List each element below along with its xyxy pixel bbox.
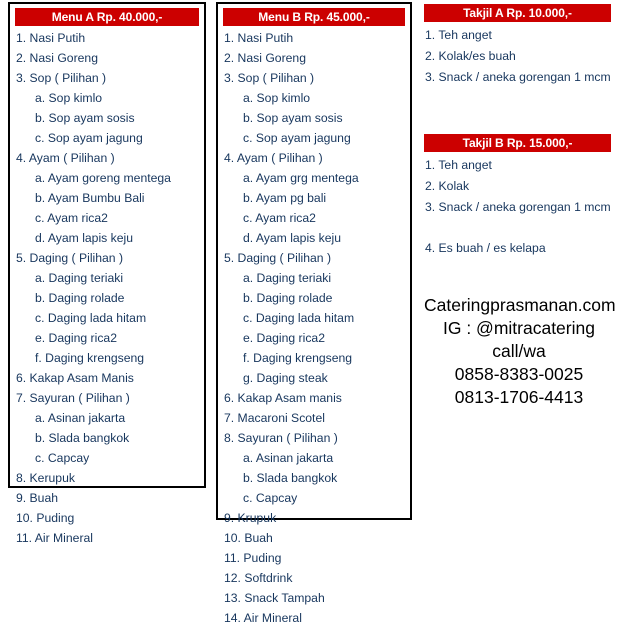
list-item: 8. Kerupuk	[16, 471, 75, 485]
list-item: e. Daging rica2	[243, 331, 325, 345]
takjil-b-panel: Takjil B Rp. 15.000,- 1. Teh anget 2. Kol…	[424, 134, 611, 259]
list-item: c. Capcay	[35, 451, 90, 465]
list-item: 1. Teh anget	[425, 28, 492, 42]
list-item: 5. Daging ( Pilihan )	[16, 251, 124, 265]
list-item: 10. Puding	[16, 511, 75, 525]
list-item: a. Daging teriaki	[243, 271, 332, 285]
list-item: b. Slada bangkok	[243, 471, 338, 485]
list-item: 1. Nasi Putih	[224, 31, 294, 45]
list-item: 13. Snack Tampah	[224, 591, 325, 605]
list-item: 5. Daging ( Pilihan )	[224, 251, 332, 265]
list-item: b. Ayam Bumbu Bali	[35, 191, 145, 205]
list-item: b. Ayam pg bali	[243, 191, 327, 205]
list-item: 9. Buah	[16, 491, 59, 505]
list-item: 3. Snack / aneka gorengan 1 mcm	[425, 200, 611, 214]
menu-b-list: 1. Nasi Putih 2. Nasi Goreng 3. Sop ( Pili…	[223, 28, 405, 628]
list-item: c. Sop ayam jagung	[35, 131, 143, 145]
list-item: d. Ayam lapis keju	[35, 231, 134, 245]
list-item: c. Capcay	[243, 491, 298, 505]
list-item: f. Daging krengseng	[35, 351, 145, 365]
list-item: g. Daging steak	[243, 371, 328, 385]
list-item: 12. Softdrink	[224, 571, 293, 585]
list-item: a. Asinan jakarta	[35, 411, 126, 425]
contact-instagram[interactable]: IG : @mitracatering	[424, 317, 614, 340]
list-item: c. Ayam rica2	[35, 211, 108, 225]
takjil-a-panel: Takjil A Rp. 10.000,- 1. Teh anget 2. Kol…	[424, 4, 611, 88]
list-item: 2. Nasi Goreng	[16, 51, 98, 65]
list-item: b. Daging rolade	[35, 291, 125, 305]
list-item: a. Ayam goreng mentega	[35, 171, 171, 185]
contact-phone-1[interactable]: 0858-8383-0025	[424, 363, 614, 386]
list-item: 3. Sop ( Pilihan )	[224, 71, 315, 85]
list-item: 1. Nasi Putih	[16, 31, 86, 45]
menu-b-panel: Menu B Rp. 45.000,- 1. Nasi Putih 2. Nasi…	[216, 2, 412, 625]
list-item: 11. Air Mineral	[16, 531, 93, 545]
list-item: c. Ayam rica2	[243, 211, 316, 225]
list-item: a. Sop kimlo	[243, 91, 311, 105]
list-item: a. Ayam grg mentega	[243, 171, 359, 185]
list-item: d. Ayam lapis keju	[243, 231, 342, 245]
list-item: 4. Ayam ( Pilihan )	[16, 151, 115, 165]
list-item: 6. Kakap Asam Manis	[16, 371, 134, 385]
list-item: c. Daging lada hitam	[243, 311, 355, 325]
list-item: 2. Nasi Goreng	[224, 51, 306, 65]
contact-website[interactable]: Cateringprasmanan.com	[424, 294, 616, 317]
menu-flyer-canvas: Menu A Rp. 40.000,- 1. Nasi Putih 2. Nasi…	[0, 0, 617, 625]
contact-phone-2[interactable]: 0813-1706-4413	[424, 386, 614, 409]
list-spacer	[424, 218, 611, 238]
list-item: a. Asinan jakarta	[243, 451, 334, 465]
list-item: 4. Ayam ( Pilihan )	[224, 151, 323, 165]
list-item: 2. Kolak	[425, 179, 470, 193]
list-item: 10. Buah	[224, 531, 273, 545]
list-item: 9. Krupuk	[224, 511, 277, 525]
list-item: 1. Teh anget	[425, 158, 492, 172]
list-item: 4. Es buah / es kelapa	[425, 241, 546, 255]
list-item: f. Daging krengseng	[243, 351, 353, 365]
menu-b-header: Menu B Rp. 45.000,-	[223, 8, 405, 26]
contact-block: Cateringprasmanan.com IG : @mitracaterin…	[424, 294, 616, 409]
list-item: e. Daging rica2	[35, 331, 117, 345]
list-item: 8. Sayuran ( Pilihan )	[224, 431, 338, 445]
takjil-b-header: Takjil B Rp. 15.000,-	[424, 134, 611, 152]
takjil-a-list: 1. Teh anget 2. Kolak/es buah 3. Snack / a…	[424, 25, 611, 88]
contact-callwa-label: call/wa	[492, 341, 546, 361]
list-item: b. Daging rolade	[243, 291, 333, 305]
list-item: 3. Sop ( Pilihan )	[16, 71, 107, 85]
list-item: 11. Puding	[224, 551, 282, 565]
list-item: 6. Kakap Asam manis	[224, 391, 342, 405]
list-item: b. Slada bangkok	[35, 431, 130, 445]
takjil-b-list: 1. Teh anget 2. Kolak 3. Snack / aneka gor…	[424, 155, 611, 259]
list-item: 7. Macaroni Scotel	[224, 411, 325, 425]
list-item: 2. Kolak/es buah	[425, 49, 516, 63]
menu-a-list: 1. Nasi Putih 2. Nasi Goreng 3. Sop ( Pili…	[15, 28, 199, 548]
list-item: 3. Snack / aneka gorengan 1 mcm	[425, 70, 611, 84]
list-item: a. Sop kimlo	[35, 91, 103, 105]
list-item: b. Sop ayam sosis	[243, 111, 343, 125]
takjil-a-header: Takjil A Rp. 10.000,-	[424, 4, 611, 22]
list-item: c. Daging lada hitam	[35, 311, 147, 325]
list-item: 14. Air Mineral	[224, 611, 302, 625]
list-item: a. Daging teriaki	[35, 271, 124, 285]
list-item: 7. Sayuran ( Pilihan )	[16, 391, 130, 405]
list-item: b. Sop ayam sosis	[35, 111, 135, 125]
menu-a-header: Menu A Rp. 40.000,-	[15, 8, 199, 26]
list-item: c. Sop ayam jagung	[243, 131, 351, 145]
menu-a-panel: Menu A Rp. 40.000,- 1. Nasi Putih 2. Nasi…	[8, 2, 206, 545]
